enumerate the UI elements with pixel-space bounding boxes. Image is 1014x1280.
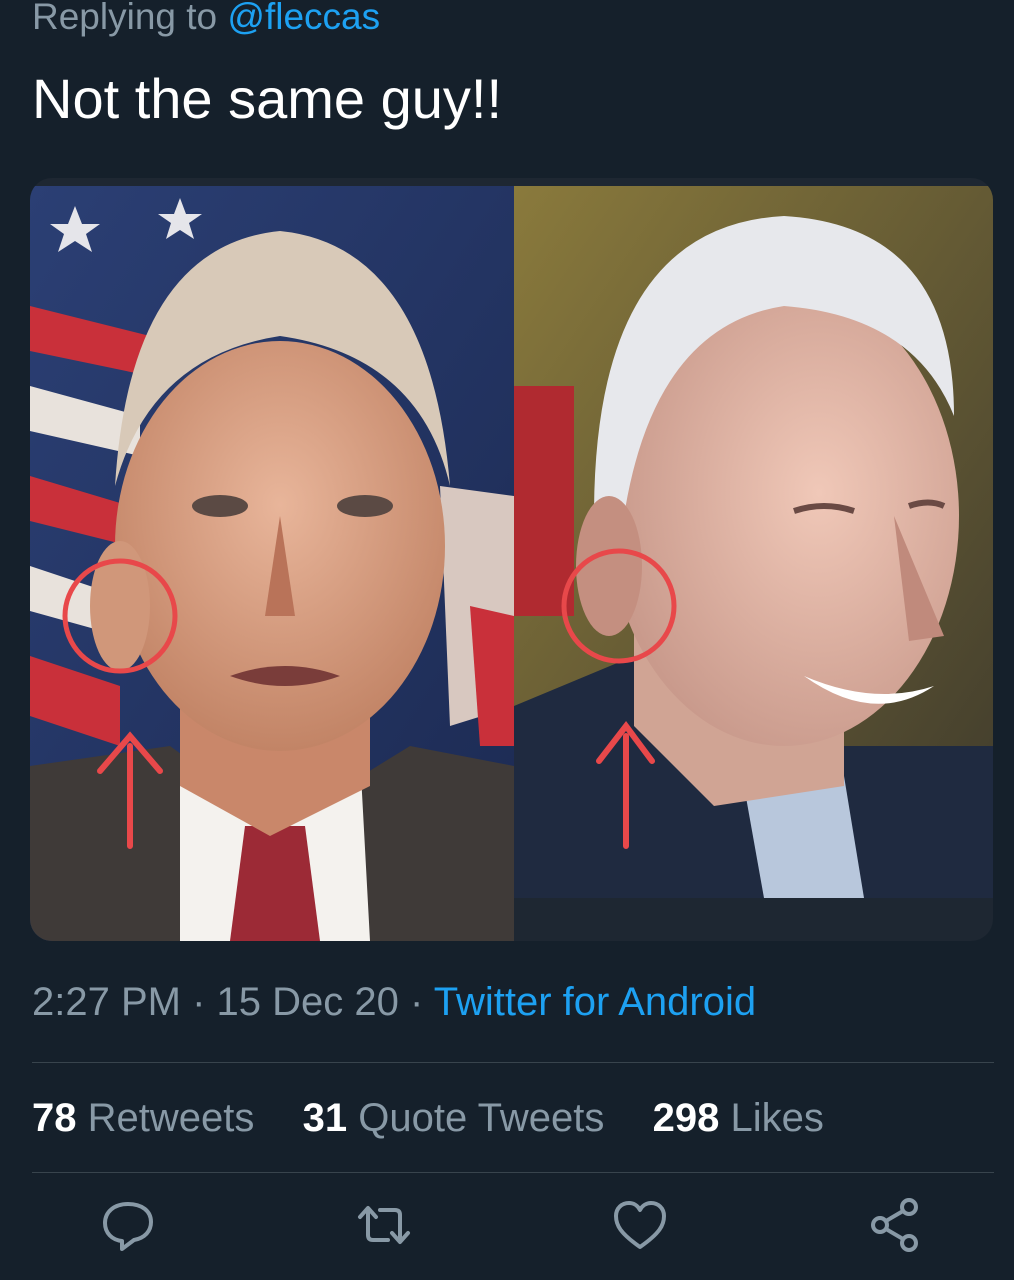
quote-tweets-count: 31: [302, 1096, 348, 1140]
likes-label: Likes: [730, 1096, 824, 1140]
quote-tweets-label: Quote Tweets: [358, 1096, 605, 1140]
divider: [32, 1062, 994, 1063]
replying-to-handle-link[interactable]: @fleccas: [227, 0, 380, 37]
like-icon: [614, 1201, 666, 1249]
tweet-time: 2:27 PM: [32, 980, 181, 1024]
retweet-icon: [358, 1206, 410, 1244]
tweet-media[interactable]: [30, 178, 993, 941]
meta-separator: ·: [192, 980, 206, 1024]
likes-count: 298: [652, 1096, 720, 1140]
divider: [32, 1172, 994, 1173]
reply-button[interactable]: [98, 1195, 158, 1255]
reply-icon: [103, 1202, 153, 1251]
share-button[interactable]: [866, 1195, 926, 1255]
quote-tweets-stat[interactable]: 31 Quote Tweets: [303, 1096, 616, 1140]
meta-separator: ·: [410, 980, 424, 1024]
retweets-stat[interactable]: 78 Retweets: [32, 1096, 266, 1140]
likes-stat[interactable]: 298 Likes: [653, 1096, 824, 1140]
tweet-source-link[interactable]: Twitter for Android: [434, 980, 756, 1024]
share-icon: [871, 1198, 918, 1252]
retweet-button[interactable]: [354, 1195, 414, 1255]
retweets-label: Retweets: [87, 1096, 255, 1140]
left-photo[interactable]: [30, 186, 514, 941]
tweet-actions: [0, 1195, 1014, 1265]
tweet-stats: 78 Retweets 31 Quote Tweets 298 Likes: [32, 1096, 824, 1141]
right-photo[interactable]: [514, 186, 993, 898]
tweet-date: 15 Dec 20: [216, 980, 399, 1024]
replying-to-label: Replying to: [32, 0, 218, 37]
retweets-count: 78: [32, 1096, 77, 1140]
replying-to: Replying to @fleccas: [32, 0, 380, 38]
tweet-meta: 2:27 PM · 15 Dec 20 · Twitter for Androi…: [32, 980, 756, 1025]
like-button[interactable]: [610, 1195, 670, 1255]
tweet-text: Not the same guy!!: [32, 67, 503, 130]
